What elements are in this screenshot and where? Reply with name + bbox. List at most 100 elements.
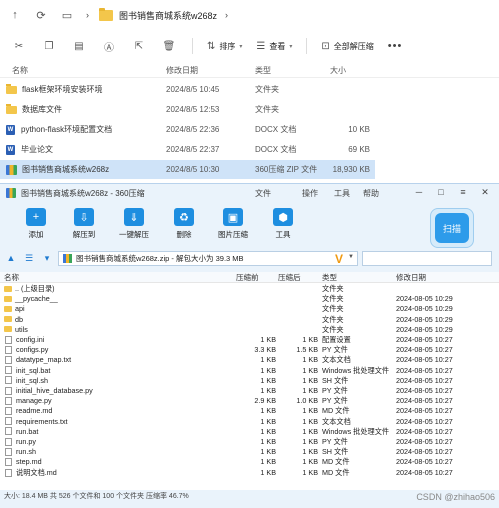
menu-help[interactable]: 帮助 [363,188,379,199]
paste-icon[interactable]: ▤ [72,39,86,53]
column-date[interactable]: 修改日期 [396,272,426,283]
column-date[interactable]: 修改日期 [166,65,198,76]
more-options-icon[interactable]: ••• [388,40,403,52]
archive-row[interactable]: run.sh 1 KB 1 KB SH 文件 2024-08-05 10:27 [0,447,499,457]
archive-date: 2024-08-05 10:27 [396,457,453,467]
image-compress-button[interactable]: ▣ 图片压缩 [208,208,258,240]
chevron-right-icon[interactable]: › [225,10,228,20]
window-icon[interactable]: ▭ [60,8,74,22]
archive-row[interactable]: run.bat 1 KB 1 KB Windows 批处理文件 2024-08-05 1… [0,427,499,437]
file-icon [5,345,12,354]
delete-button[interactable]: ♻ 删除 [159,208,209,240]
file-row[interactable]: Wpython-flask环境配置文档 2024/8/5 22:36 DOCX 文档… [0,120,375,139]
archive-type: Windows 批处理文件 [322,426,390,436]
archive-row[interactable]: run.py 1 KB 1 KB PY 文件 2024-08-05 10:27 [0,437,499,447]
sort-label: 排序 [219,41,236,51]
extract-all-button[interactable]: ⊡ 全部解压缩 [321,41,373,52]
column-type[interactable]: 类型 [255,65,271,76]
chevron-down-icon[interactable]: ▼ [348,254,354,260]
archive-row[interactable]: requirements.txt 1 KB 1 KB 文本文档 2024-08-05 1… [0,417,499,427]
refresh-icon[interactable]: ⟳ [34,8,48,22]
tools-label: 工具 [275,230,291,239]
archive-packed-size: 1 KB [302,375,318,385]
archive-size: 1 KB [260,335,276,344]
archive-row[interactable]: initial_hive_database.py 1 KB 1 KB PY 文件 202… [0,386,499,396]
column-name[interactable]: 名称 [12,65,28,76]
archive-name-cell: initial_hive_database.py [4,386,93,395]
archive-row[interactable]: init_sql.bat 1 KB 1 KB Windows 批处理文件 2024-08… [0,366,499,376]
archive-name: .. (上级目录) [15,284,55,293]
archive-packed-size: 1 KB [302,335,318,344]
address-field[interactable]: 图书销售商城系统w268z.zip - 解包大小为 39.3 MB V ▼ [58,251,358,266]
file-row[interactable]: 图书销售商城系统w268z 2024/8/5 10:30 360压缩 ZIP 文件 1… [0,160,375,179]
one-click-extract-button[interactable]: ⇓ 一键解压 [109,208,159,240]
archive-date: 2024-08-05 10:29 [396,324,453,334]
archive-row[interactable]: __pycache__ 文件夹 2024-08-05 10:29 [0,294,499,304]
search-input[interactable] [362,251,492,266]
archive-row[interactable]: 说明文档.md 1 KB 1 KB MD 文件 2024-08-05 10:27 [0,468,499,478]
arrow-up-icon[interactable]: ↑ [8,8,22,22]
archive-name-cell: .. (上级目录) [4,284,55,294]
zip-logo-icon [6,188,16,198]
archive-name-cell: init_sql.bat [4,366,50,375]
extract-to-button[interactable]: ⇩ 解压到 [59,208,109,240]
zip-title-bar: 图书销售商城系统w268z - 360压缩 文件 操作 工具 帮助 ─ □ ≡ … [0,184,499,202]
minimize-icon[interactable]: ─ [412,186,426,198]
archive-name: configs.py [16,345,49,355]
v-mark-icon[interactable]: V [335,252,343,266]
cut-icon[interactable]: ✂ [12,39,26,53]
archive-name-cell: 说明文档.md [4,468,57,478]
archive-row[interactable]: step.md 1 KB 1 KB MD 文件 2024-08-05 10:27 [0,457,499,467]
up-arrow-icon[interactable]: ▲ [4,251,18,265]
menu-operation[interactable]: 操作 [302,188,318,199]
tools-button[interactable]: ⬢ 工具 [258,208,308,240]
archive-row[interactable]: utils 文件夹 2024-08-05 10:29 [0,325,499,335]
add-button[interactable]: + 添加 [11,208,61,240]
file-row[interactable]: W 毕业论文 2024/8/5 22:37 DOCX 文档 69 KB [0,140,375,159]
delete-label: 删除 [176,230,192,239]
sort-button[interactable]: ⇅ 排序 ▾ [207,41,242,52]
restore-icon[interactable]: □ [434,186,448,198]
column-type[interactable]: 类型 [322,272,337,283]
scan-button[interactable]: 扫描 [430,208,474,248]
zip-address-bar: ▲ ☰ ▾ 图书销售商城系统w268z.zip - 解包大小为 39.3 MB … [0,248,499,268]
menu-tools[interactable]: 工具 [334,188,350,199]
menu-icon[interactable]: ≡ [456,186,470,198]
archive-row[interactable]: .. (上级目录) 文件夹 [0,284,499,294]
archive-row[interactable]: readme.md 1 KB 1 KB MD 文件 2024-08-05 10:27 [0,406,499,416]
share-icon[interactable]: ⇱ [132,39,146,53]
column-size[interactable]: 大小 [330,65,370,76]
archive-name: init_sql.sh [16,375,48,385]
archive-row[interactable]: manage.py 2.9 KB 1.0 KB PY 文件 2024-08-05 10:… [0,396,499,406]
archive-row[interactable]: db 文件夹 2024-08-05 10:29 [0,315,499,325]
zip-file-icon [63,254,72,263]
dropdown-icon[interactable]: ▾ [40,251,54,265]
column-name[interactable]: 名称 [4,272,19,283]
file-name: 数据库文件 [22,105,62,114]
archive-row[interactable]: configs.py 3.3 KB 1.5 KB PY 文件 2024-08-05 10… [0,345,499,355]
archive-type: PY 文件 [322,386,348,395]
rename-icon[interactable]: Ⓐ [102,39,116,54]
view-button[interactable]: ☰ 查看 ▾ [256,41,292,52]
file-name-cell: 图书销售商城系统w268z [6,164,109,175]
file-row[interactable]: flask框架环境安装环境 2024/8/5 10:45 文件夹 [0,80,375,99]
file-name-cell: flask框架环境安装环境 [6,83,102,95]
archive-date: 2024-08-05 10:27 [396,365,453,375]
file-row[interactable]: 数据库文件 2024/8/5 12:53 文件夹 [0,100,375,119]
archive-row[interactable]: config.ini 1 KB 1 KB 配置设置 2024-08-05 10:27 [0,335,499,345]
breadcrumb[interactable]: 图书销售商城系统w268z [119,9,217,22]
column-size[interactable]: 压缩前 [236,272,272,283]
column-packed-size[interactable]: 压缩后 [278,272,314,283]
archive-row[interactable]: api 文件夹 2024-08-05 10:29 [0,304,499,314]
folder-icon [6,83,17,94]
delete-icon[interactable]: 🗑 [162,39,176,53]
archive-name-cell: run.bat [4,427,38,436]
zip-window: 图书销售商城系统w268z - 360压缩 文件 操作 工具 帮助 ─ □ ≡ … [0,183,499,508]
list-view-icon[interactable]: ☰ [22,251,36,265]
copy-icon[interactable]: ❐ [42,39,56,53]
menu-file[interactable]: 文件 [255,188,271,199]
archive-name: __pycache__ [15,294,58,304]
archive-row[interactable]: datatype_map.txt 1 KB 1 KB 文本文档 2024-08-05 1… [0,355,499,365]
archive-row[interactable]: init_sql.sh 1 KB 1 KB SH 文件 2024-08-05 10:27 [0,376,499,386]
close-icon[interactable]: ✕ [478,186,492,198]
